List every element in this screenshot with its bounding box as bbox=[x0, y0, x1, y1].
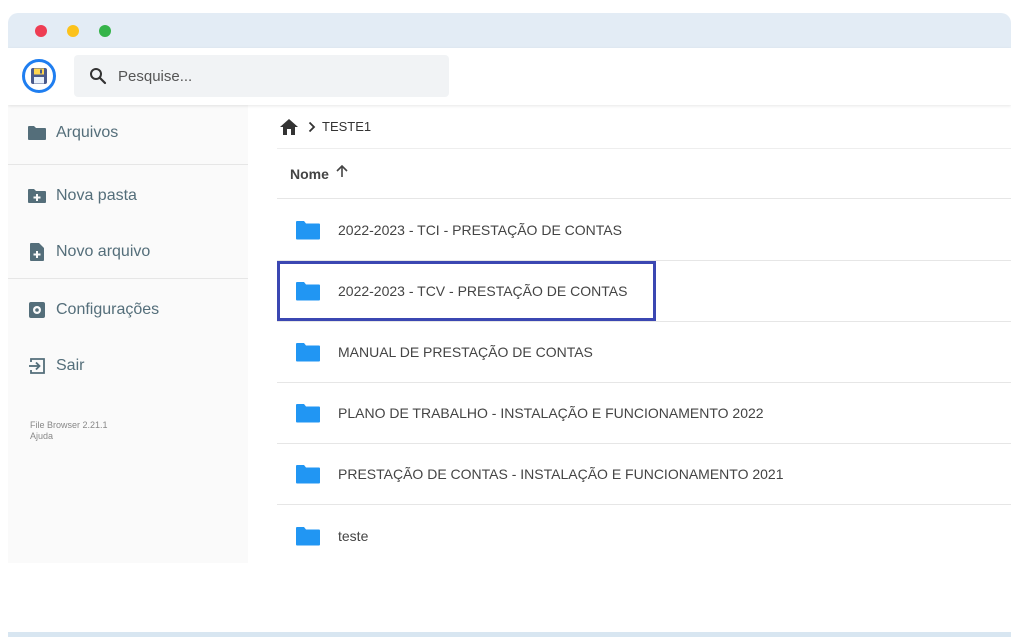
folder-name: MANUAL DE PRESTAÇÃO DE CONTAS bbox=[338, 344, 593, 360]
list-item[interactable]: 2022-2023 - TCV - PRESTAÇÃO DE CONTAS bbox=[277, 261, 1011, 322]
exit-icon bbox=[27, 356, 47, 376]
sidebar-item-nova-pasta[interactable]: Nova pasta bbox=[8, 168, 248, 224]
sidebar-item-label: Configurações bbox=[56, 301, 160, 318]
arrow-up-icon bbox=[335, 164, 349, 183]
list-item[interactable]: PLANO DE TRABALHO - INSTALAÇÃO E FUNCION… bbox=[277, 383, 1011, 444]
minimize-window-button[interactable] bbox=[67, 25, 79, 37]
sidebar-item-configuracoes[interactable]: Configurações bbox=[8, 282, 248, 338]
folder-name: PRESTAÇÃO DE CONTAS - INSTALAÇÃO E FUNCI… bbox=[338, 466, 784, 482]
folder-icon bbox=[295, 342, 321, 362]
sidebar-divider bbox=[8, 278, 248, 279]
column-header: Nome bbox=[277, 149, 1011, 199]
breadcrumb-item[interactable]: TESTE1 bbox=[322, 119, 371, 134]
folder-name: teste bbox=[338, 527, 369, 544]
bottom-bar bbox=[8, 632, 1011, 637]
sort-label: Nome bbox=[290, 165, 329, 182]
sidebar-item-label: Nova pasta bbox=[56, 187, 137, 204]
folder-icon bbox=[295, 220, 321, 240]
app-window: Arquivos Nova pasta Novo arquivo bbox=[8, 13, 1011, 563]
sidebar-item-label: Novo arquivo bbox=[56, 243, 151, 260]
sidebar-item-novo-arquivo[interactable]: Novo arquivo bbox=[8, 224, 248, 280]
floppy-disk-icon[interactable] bbox=[22, 59, 56, 93]
sort-by-name-button[interactable]: Nome bbox=[290, 164, 349, 183]
home-icon[interactable] bbox=[279, 118, 299, 136]
folder-name: PLANO DE TRABALHO - INSTALAÇÃO E FUNCION… bbox=[338, 405, 764, 421]
search-input[interactable] bbox=[118, 55, 438, 97]
folder-name: 2022-2023 - TCI - PRESTAÇÃO DE CONTAS bbox=[338, 222, 622, 238]
file-listing: TESTE1 Nome 2022-2023 - TCI - PRESTAÇÃO … bbox=[277, 105, 1011, 563]
list-item[interactable]: PRESTAÇÃO DE CONTAS - INSTALAÇÃO E FUNCI… bbox=[277, 444, 1011, 505]
folder-icon bbox=[295, 403, 321, 423]
app-header bbox=[8, 48, 1011, 105]
maximize-window-button[interactable] bbox=[99, 25, 111, 37]
sidebar: Arquivos Nova pasta Novo arquivo Configu… bbox=[8, 105, 248, 563]
credits: File Browser 2.21.1 Ajuda bbox=[30, 420, 108, 442]
settings-icon bbox=[27, 300, 47, 320]
help-link[interactable]: Ajuda bbox=[30, 431, 108, 442]
sidebar-divider bbox=[8, 164, 248, 165]
close-window-button[interactable] bbox=[35, 25, 47, 37]
search-box[interactable] bbox=[74, 55, 449, 97]
folder-name: 2022-2023 - TCV - PRESTAÇÃO DE CONTAS bbox=[338, 283, 628, 299]
breadcrumb: TESTE1 bbox=[277, 105, 1011, 149]
sidebar-item-label: Sair bbox=[56, 357, 85, 374]
folder-icon bbox=[295, 281, 321, 301]
sidebar-item-arquivos[interactable]: Arquivos bbox=[8, 105, 248, 161]
window-titlebar bbox=[8, 13, 1011, 48]
version-link[interactable]: File Browser 2.21.1 bbox=[30, 420, 108, 431]
folder-icon bbox=[27, 123, 47, 143]
list-item[interactable]: teste bbox=[277, 505, 1011, 563]
new-folder-icon bbox=[27, 186, 47, 206]
list-item[interactable]: MANUAL DE PRESTAÇÃO DE CONTAS bbox=[277, 322, 1011, 383]
list-item[interactable]: 2022-2023 - TCI - PRESTAÇÃO DE CONTAS bbox=[277, 200, 1011, 261]
sidebar-item-label: Arquivos bbox=[56, 124, 119, 141]
sidebar-item-sair[interactable]: Sair bbox=[8, 338, 248, 394]
new-file-icon bbox=[27, 242, 47, 262]
folder-icon bbox=[295, 464, 321, 484]
folder-icon bbox=[295, 526, 321, 546]
search-icon bbox=[89, 67, 107, 90]
chevron-right-icon bbox=[308, 121, 316, 133]
